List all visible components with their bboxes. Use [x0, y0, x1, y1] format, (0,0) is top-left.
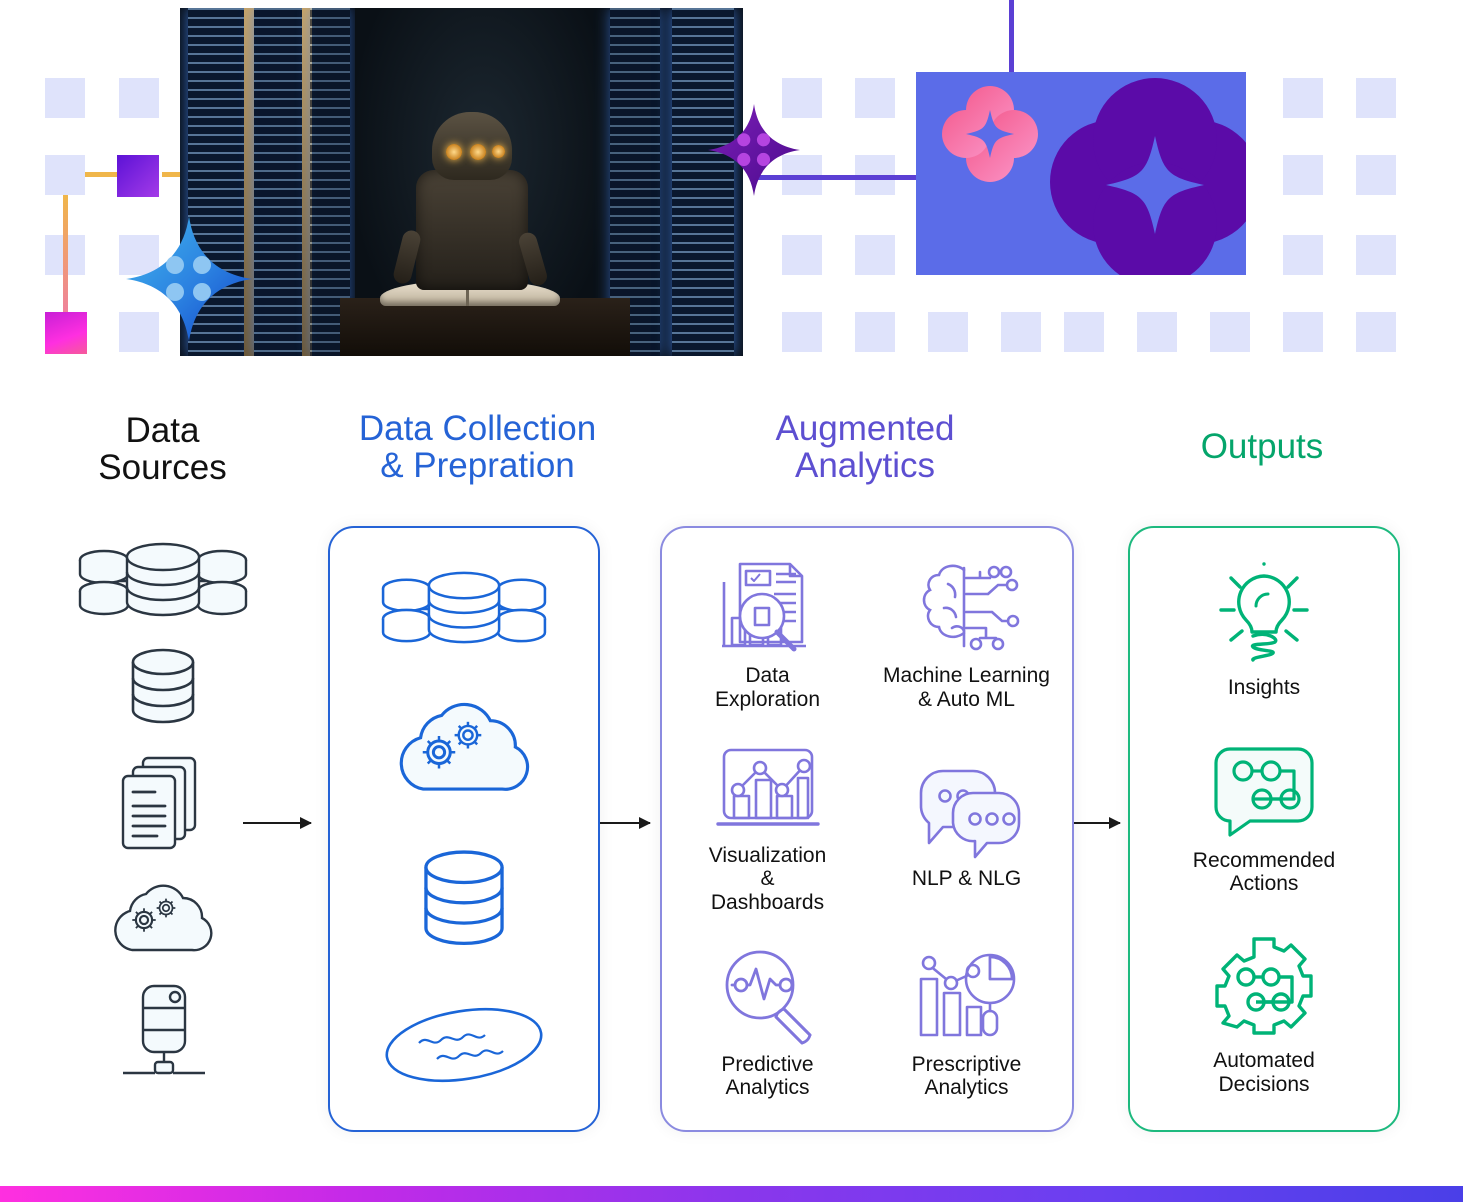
- accent-square-purple: [117, 155, 159, 197]
- analytics-item-nlp-nlg[interactable]: NLP & NLG: [867, 731, 1066, 926]
- connector-line: [820, 175, 918, 180]
- purple-sparkle-icon: [708, 104, 800, 196]
- grid-square: [45, 78, 85, 118]
- output-item-insights[interactable]: Insights: [1211, 562, 1317, 700]
- data-collection-card: [328, 526, 600, 1132]
- grid-square: [1001, 312, 1041, 352]
- output-label: Insights: [1227, 675, 1301, 699]
- cloud-gears-icon: [399, 702, 530, 791]
- output-label: Recommended Actions: [1192, 848, 1336, 896]
- hero-ai-graphic-panel: [916, 72, 1260, 286]
- outputs-card: Insights Recommended Actions Automated D…: [1128, 526, 1400, 1132]
- augmented-analytics-card: Data Exploration Machine Learning & Auto…: [660, 526, 1074, 1132]
- data-lake-icon: [385, 1007, 543, 1083]
- database-cylinder-icon: [424, 850, 504, 946]
- data-sources-column: [40, 540, 285, 1078]
- analytics-label: Machine Learning & Auto ML: [883, 664, 1050, 711]
- pipeline-diagram: Data Sources Data Collection & Prepratio…: [0, 390, 1463, 1160]
- output-label: Automated Decisions: [1213, 1049, 1315, 1096]
- bar-pie-chart-icon: [919, 953, 1015, 1037]
- blue-sparkle-icon: [126, 216, 252, 342]
- distributed-database-icon: [78, 542, 247, 617]
- grid-square: [855, 78, 895, 118]
- connector-line: [1009, 0, 1014, 74]
- analytics-item-data-exploration[interactable]: Data Exploration: [668, 536, 867, 731]
- gear-flow-icon: [1215, 937, 1313, 1035]
- analytics-label: Visualization & Dashboards: [708, 843, 827, 914]
- column-title-augmented-analytics: Augmented Analytics: [775, 409, 955, 486]
- arrow-augmented-to-outputs: [1072, 817, 1121, 829]
- analytics-item-prescriptive-analytics[interactable]: Prescriptive Analytics: [867, 927, 1066, 1122]
- connector-line: [85, 172, 120, 177]
- chart-dashboard-icon: [715, 748, 820, 826]
- connector-line: [63, 195, 68, 320]
- arrow-sources-to-collection: [243, 817, 312, 829]
- grid-square: [45, 155, 85, 195]
- output-item-recommended-actions[interactable]: Recommended Actions: [1193, 739, 1335, 896]
- hero-banner: [0, 0, 1463, 390]
- pink-flower-icon: [942, 86, 1038, 182]
- grid-square: [1356, 312, 1396, 352]
- brain-circuit-icon: [922, 564, 1019, 651]
- speech-flow-icon: [1214, 747, 1314, 837]
- grid-square: [1283, 312, 1323, 352]
- grid-square: [1210, 312, 1250, 352]
- column-title-data-collection: Data Collection & Prepration: [358, 409, 597, 486]
- grid-square: [928, 312, 968, 352]
- server-device-icon: [122, 984, 205, 1075]
- grid-square: [1356, 155, 1396, 195]
- grid-square: [855, 312, 895, 352]
- output-item-automated-decisions[interactable]: Automated Decisions: [1210, 935, 1318, 1096]
- database-cylinder-icon: [131, 648, 194, 724]
- analytics-label: Data Exploration: [714, 664, 821, 711]
- magnifier-pulse-icon: [725, 950, 811, 1045]
- grid-square: [855, 235, 895, 275]
- distributed-database-icon: [381, 571, 547, 644]
- cloud-gears-icon: [113, 884, 212, 952]
- grid-square: [1283, 155, 1323, 195]
- analytics-label: NLP & NLG: [911, 867, 1022, 891]
- grid-square: [782, 312, 822, 352]
- grid-square: [1356, 235, 1396, 275]
- hero-photo-datacenter-robot: [180, 8, 743, 356]
- analytics-item-machine-learning[interactable]: Machine Learning & Auto ML: [867, 536, 1066, 731]
- speech-bubbles-icon: [919, 769, 1020, 859]
- arrow-collection-to-augmented: [600, 817, 651, 829]
- analytics-item-predictive-analytics[interactable]: Predictive Analytics: [668, 927, 867, 1122]
- grid-square: [1283, 235, 1323, 275]
- column-title-data-sources: Data Sources: [98, 411, 227, 488]
- column-title-outputs: Outputs: [1200, 427, 1324, 466]
- analytics-item-visualization[interactable]: Visualization & Dashboards: [668, 731, 867, 926]
- grid-square: [119, 78, 159, 118]
- analytics-label: Prescriptive Analytics: [911, 1052, 1022, 1100]
- grid-square: [782, 235, 822, 275]
- grid-square: [1137, 312, 1177, 352]
- documents-stack-icon: [121, 756, 196, 850]
- grid-square: [1356, 78, 1396, 118]
- report-magnifier-icon: [721, 562, 806, 652]
- footer-gradient-bar: [0, 1186, 1463, 1202]
- accent-square-magenta: [45, 312, 87, 354]
- analytics-label: Predictive Analytics: [721, 1052, 814, 1100]
- grid-square: [1283, 78, 1323, 118]
- lightbulb-icon: [1219, 562, 1309, 662]
- grid-square: [1064, 312, 1104, 352]
- purple-cloud-sparkle-icon: [1050, 78, 1260, 286]
